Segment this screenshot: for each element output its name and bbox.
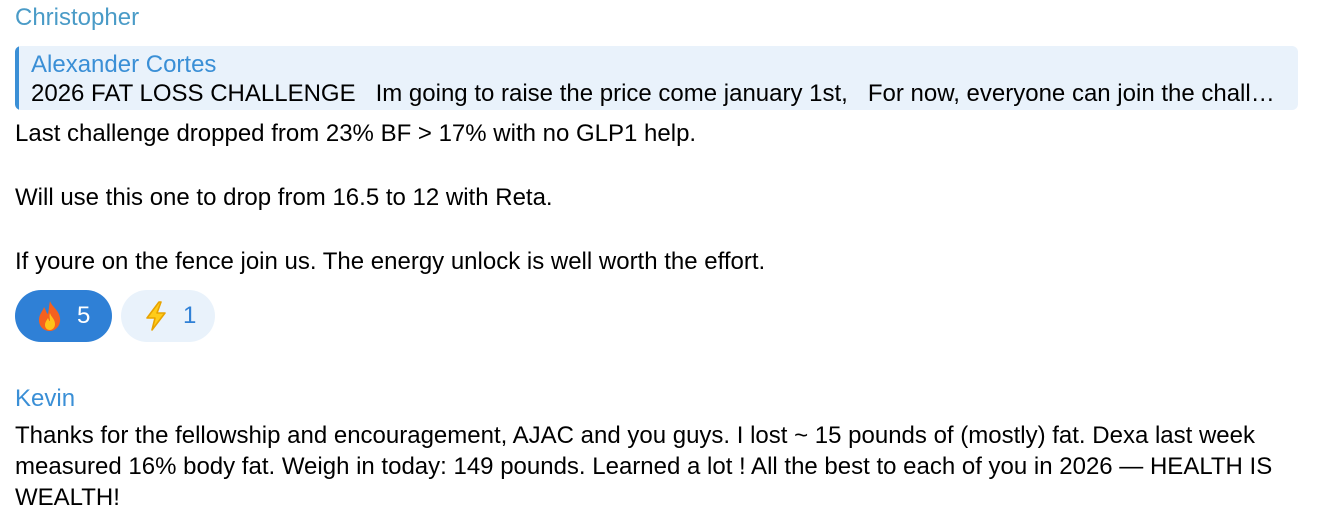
message-author[interactable]: Christopher bbox=[15, 3, 1298, 33]
reaction-count: 5 bbox=[77, 302, 91, 329]
message: Kevin Thanks for the fellowship and enco… bbox=[15, 384, 1298, 513]
message: Christopher Alexander Cortes 2026 FAT LO… bbox=[15, 3, 1298, 342]
quote-text: 2026 FAT LOSS CHALLENGE Im going to rais… bbox=[31, 80, 1284, 107]
message-text: Thanks for the fellowship and encouragem… bbox=[15, 422, 1273, 511]
quote-author: Alexander Cortes bbox=[31, 51, 217, 78]
fire-icon bbox=[35, 300, 65, 332]
message-text: Last challenge dropped from 23% BF > 17%… bbox=[15, 120, 766, 275]
message-author[interactable]: Kevin bbox=[15, 384, 1298, 414]
reaction-lightning[interactable]: 1 bbox=[121, 290, 215, 342]
lightning-icon bbox=[141, 300, 171, 332]
quote-accent-bar bbox=[15, 46, 19, 110]
reaction-count: 1 bbox=[183, 302, 197, 329]
reply-quote[interactable]: Alexander Cortes 2026 FAT LOSS CHALLENGE… bbox=[15, 46, 1298, 110]
reactions-bar: 5 1 bbox=[15, 290, 1298, 342]
reaction-fire[interactable]: 5 bbox=[15, 290, 112, 342]
